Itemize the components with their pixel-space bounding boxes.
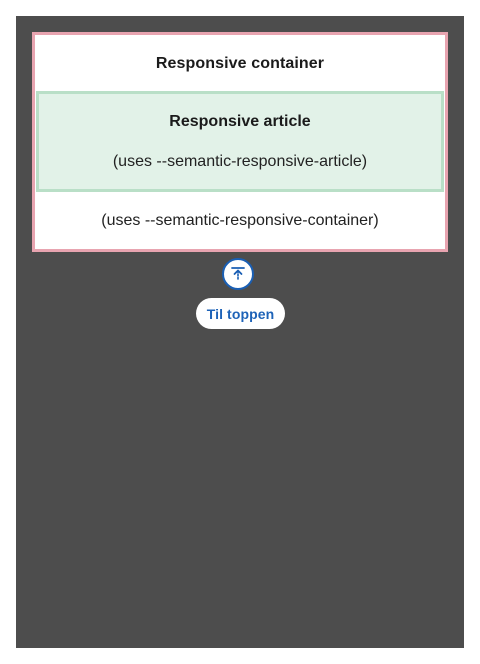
to-top-button[interactable]: Til toppen: [196, 298, 285, 329]
responsive-article: Responsive article (uses --semantic-resp…: [36, 91, 444, 192]
page-canvas: Responsive container Responsive article …: [16, 16, 464, 648]
article-note: (uses --semantic-responsive-article): [112, 153, 368, 170]
container-note: (uses --semantic-responsive-container): [101, 212, 379, 229]
responsive-container: Responsive container Responsive article …: [32, 32, 448, 252]
arrow-to-top-icon[interactable]: [222, 258, 254, 290]
article-title: Responsive article: [169, 113, 311, 130]
container-title: Responsive container: [155, 55, 325, 72]
